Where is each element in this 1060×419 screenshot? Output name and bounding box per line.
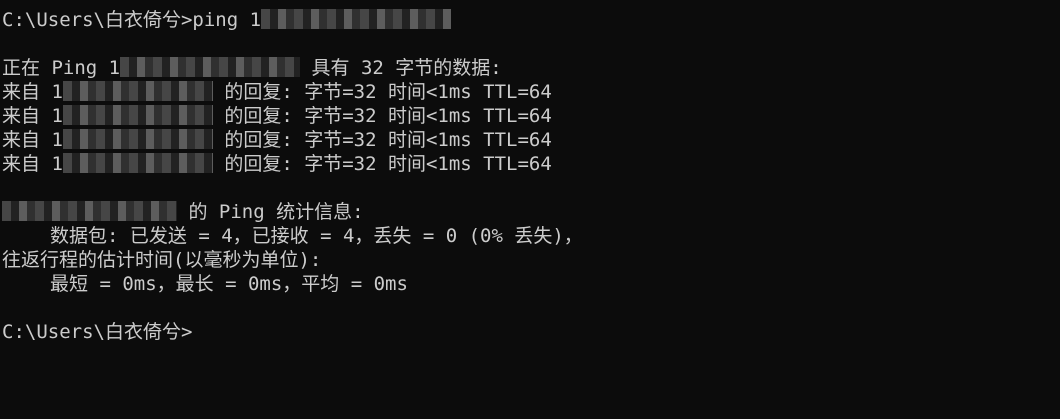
redacted-ip [2,201,177,221]
reply-line: 来自 1 的回复: 字节=32 时间<1ms TTL=64 [2,128,1060,152]
redacted-ip [62,81,213,101]
prompt: C:\Users\白衣倚兮> [2,321,193,343]
reply-line: 来自 1 的回复: 字节=32 时间<1ms TTL=64 [2,80,1060,104]
command-line: C:\Users\白衣倚兮>ping 1 [2,8,1060,32]
command-text: ping 1 [192,9,262,31]
rtt-line: 最短 = 0ms，最长 = 0ms，平均 = 0ms [50,273,408,295]
ping-header-suffix: 具有 32 字节的数据: [300,57,502,79]
reply-prefix: 来自 1 [2,81,63,103]
final-prompt-line[interactable]: C:\Users\白衣倚兮> [2,320,1060,344]
redacted-ip [261,9,452,29]
reply-prefix: 来自 1 [2,105,63,127]
stats-header-suffix: 的 Ping 统计信息: [177,201,364,223]
terminal-window[interactable]: C:\Users\白衣倚兮>ping 1 正在 Ping 1 具有 32 字节的数… [0,0,1060,419]
ping-header-line: 正在 Ping 1 具有 32 字节的数据: [2,56,1060,80]
redacted-ip [120,57,301,77]
redacted-ip [62,153,213,173]
prompt: C:\Users\白衣倚兮> [2,9,193,31]
stats-header-line: 的 Ping 统计信息: [2,200,1060,224]
reply-prefix: 来自 1 [2,129,63,151]
redacted-ip [62,105,213,125]
rtt-header-line: 往返行程的估计时间(以毫秒为单位): [2,249,322,271]
packets-line: 数据包: 已发送 = 4，已接收 = 4，丢失 = 0 (0% 丢失)， [50,225,583,247]
ping-header-prefix: 正在 Ping 1 [2,57,121,79]
reply-suffix: 的回复: 字节=32 时间<1ms TTL=64 [212,105,552,127]
reply-suffix: 的回复: 字节=32 时间<1ms TTL=64 [212,81,552,103]
reply-prefix: 来自 1 [2,153,63,175]
reply-suffix: 的回复: 字节=32 时间<1ms TTL=64 [212,153,552,175]
reply-suffix: 的回复: 字节=32 时间<1ms TTL=64 [212,129,552,151]
redacted-ip [62,129,213,149]
reply-line: 来自 1 的回复: 字节=32 时间<1ms TTL=64 [2,104,1060,128]
reply-line: 来自 1 的回复: 字节=32 时间<1ms TTL=64 [2,152,1060,176]
